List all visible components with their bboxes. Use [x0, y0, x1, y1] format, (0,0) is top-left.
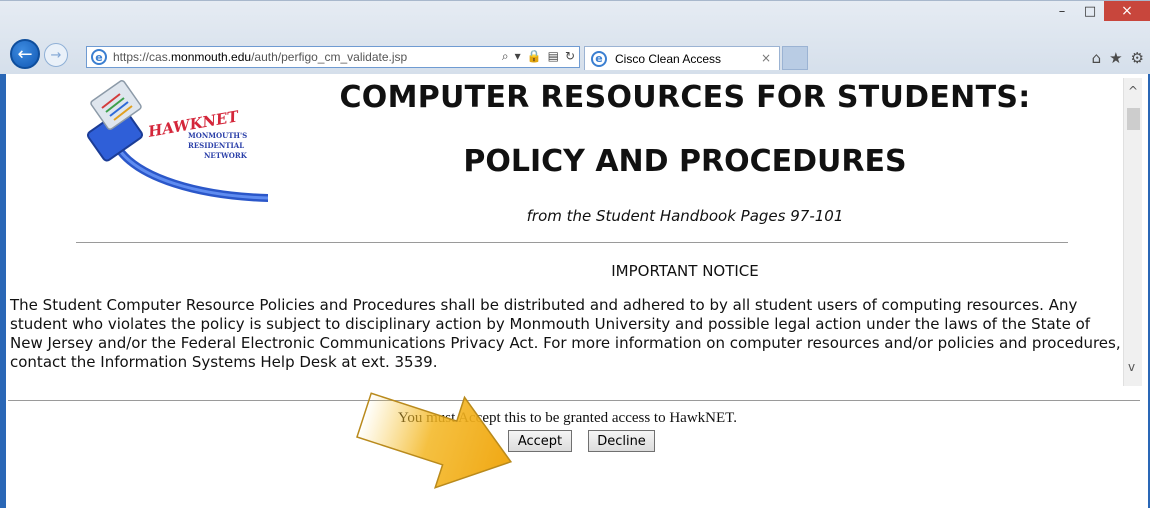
page-heading-line2: POLICY AND PROCEDURES — [463, 144, 907, 179]
divider-bottom — [8, 400, 1140, 401]
lock-icon[interactable]: 🔒 — [527, 49, 542, 64]
back-button[interactable]: ← — [10, 39, 40, 69]
tab-ie-icon: e — [591, 50, 607, 67]
url-path: /auth/perfigo_cm_validate.jsp — [251, 50, 408, 64]
address-tools: ⌕ ▾ 🔒 ▤ ↻ — [502, 49, 575, 64]
back-arrow-icon: ← — [17, 43, 33, 65]
accept-message: You must Accept this to be granted acces… — [398, 410, 737, 426]
url-text[interactable]: https://cas.monmouth.edu/auth/perfigo_cm… — [113, 50, 407, 64]
dropdown-icon[interactable]: ▾ — [515, 49, 521, 64]
hawknet-logo: HAWKNET MONMOUTH'S RESIDENTIAL NETWORK — [86, 80, 268, 202]
browser-chrome: – □ × ← → e https://cas.monmouth.edu/aut… — [0, 0, 1150, 74]
vertical-scrollbar[interactable]: ^ v — [1123, 78, 1142, 386]
new-tab-button[interactable] — [782, 46, 808, 70]
tab-title: Cisco Clean Access — [615, 51, 722, 66]
refresh-icon[interactable]: ↻ — [565, 49, 575, 64]
logo-line3: NETWORK — [204, 151, 248, 160]
page-heading-line1: COMPUTER RESOURCES FOR STUDENTS: — [339, 80, 1031, 115]
compat-icon[interactable]: ▤ — [548, 49, 559, 64]
logo-line1: MONMOUTH'S — [188, 131, 247, 140]
divider-top — [76, 242, 1068, 243]
scroll-down-icon[interactable]: v — [1128, 360, 1135, 374]
address-bar[interactable]: e https://cas.monmouth.edu/auth/perfigo_… — [86, 46, 580, 68]
star-icon[interactable]: ★ — [1109, 49, 1122, 67]
navigation-bar: ← → e https://cas.monmouth.edu/auth/perf… — [0, 37, 1150, 73]
scroll-up-icon[interactable]: ^ — [1128, 84, 1138, 98]
gear-icon[interactable]: ⚙ — [1131, 49, 1144, 67]
decline-button[interactable]: Decline — [588, 430, 655, 452]
url-host: monmouth.edu — [171, 50, 252, 64]
page-subtitle: from the Student Handbook Pages 97-101 — [526, 207, 844, 225]
tab-close-icon[interactable]: × — [761, 51, 771, 65]
home-icon[interactable]: ⌂ — [1092, 49, 1102, 67]
notice-title: IMPORTANT NOTICE — [611, 262, 759, 280]
close-window-button[interactable]: × — [1104, 1, 1150, 21]
tab-cisco-clean-access[interactable]: e Cisco Clean Access × — [584, 46, 780, 70]
minimize-button[interactable]: – — [1048, 1, 1076, 21]
forward-button[interactable]: → — [44, 43, 68, 67]
toolbar-right: ⌂ ★ ⚙ — [1092, 49, 1144, 67]
notice-body: The Student Computer Resource Policies a… — [10, 296, 1121, 371]
forward-arrow-icon: → — [50, 47, 62, 63]
window-controls: – □ × — [1048, 1, 1150, 27]
scroll-thumb[interactable] — [1127, 108, 1140, 130]
search-icon[interactable]: ⌕ — [502, 49, 509, 64]
logo-line2: RESIDENTIAL — [188, 141, 244, 150]
maximize-button[interactable]: □ — [1076, 1, 1104, 21]
accept-button[interactable]: Accept — [508, 430, 572, 452]
url-prefix: https://cas. — [113, 50, 172, 64]
ie-logo-icon: e — [91, 49, 107, 65]
